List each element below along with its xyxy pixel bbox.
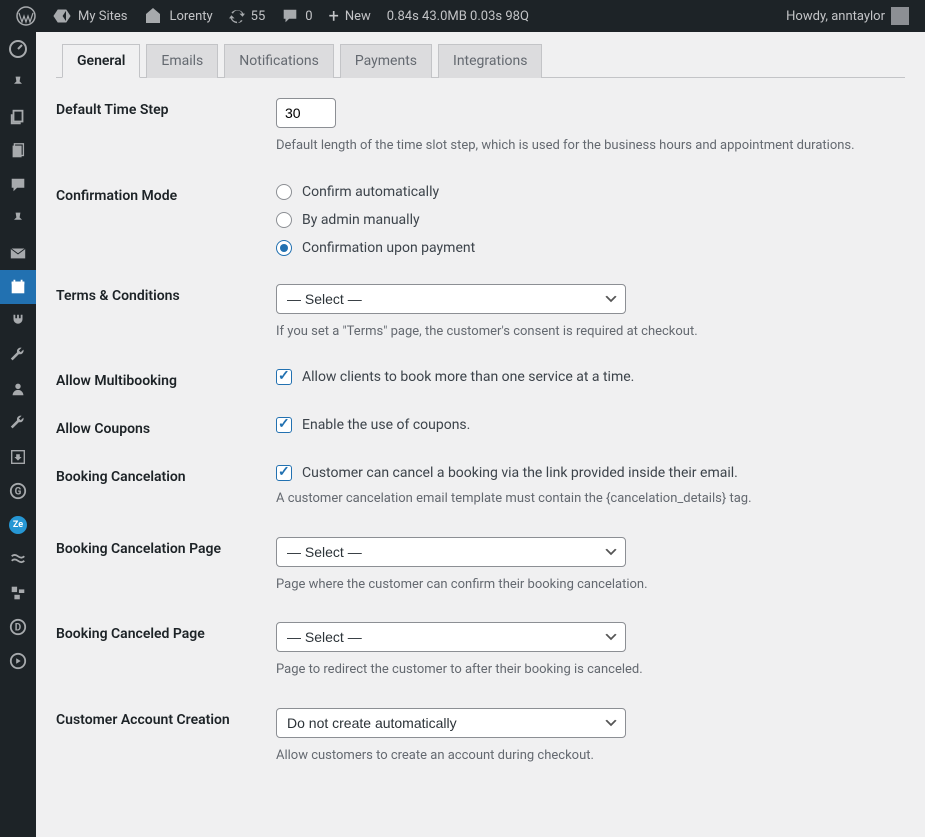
check-cancelation-wrap[interactable]: Customer can cancel a booking via the li… xyxy=(276,465,896,481)
sidebar-d[interactable]: D xyxy=(0,610,36,644)
comments[interactable]: 0 xyxy=(273,0,320,32)
sidebar-ze[interactable]: Ze xyxy=(0,508,36,542)
tab-general[interactable]: General xyxy=(62,44,140,78)
label-multibooking: Allow Multibooking xyxy=(56,369,276,389)
new-content[interactable]: + New xyxy=(321,0,379,32)
sidebar-play[interactable] xyxy=(0,644,36,678)
label-coupons: Allow Coupons xyxy=(56,417,276,437)
radio-confirm-admin-label: By admin manually xyxy=(302,212,420,228)
select-terms[interactable]: — Select — xyxy=(276,284,626,314)
admin-bar: My Sites Lorenty 55 0 + New 0.84s 43.0MB… xyxy=(0,0,925,32)
label-account-creation: Customer Account Creation xyxy=(56,708,276,766)
select-account-creation[interactable]: Do not create automatically xyxy=(276,708,626,738)
label-canceled-page: Booking Canceled Page xyxy=(56,622,276,680)
input-default-time-step[interactable] xyxy=(276,98,336,128)
site-name-label: Lorenty xyxy=(169,9,212,24)
sidebar-import[interactable] xyxy=(0,440,36,474)
updates-count: 55 xyxy=(251,9,266,24)
desc-account-creation: Allow customers to create an account dur… xyxy=(276,746,896,766)
debug-stats[interactable]: 0.84s 43.0MB 0.03s 98Q xyxy=(379,0,537,32)
select-canceled-page[interactable]: — Select — xyxy=(276,622,626,652)
sidebar-share[interactable] xyxy=(0,576,36,610)
label-confirmation-mode: Confirmation Mode xyxy=(56,184,276,256)
comments-count: 0 xyxy=(305,9,312,24)
select-cancel-page[interactable]: — Select — xyxy=(276,537,626,567)
desc-default-time-step: Default length of the time slot step, wh… xyxy=(276,136,896,156)
sidebar-settings[interactable] xyxy=(0,406,36,440)
desc-canceled-page: Page to redirect the customer to after t… xyxy=(276,660,896,680)
sidebar-pin-2[interactable] xyxy=(0,202,36,236)
check-multibooking-wrap[interactable]: Allow clients to book more than one serv… xyxy=(276,369,896,385)
sidebar-layers[interactable] xyxy=(0,100,36,134)
tab-emails[interactable]: Emails xyxy=(146,44,218,78)
sidebar-g[interactable]: G xyxy=(0,474,36,508)
radio-confirm-auto-label: Confirm automatically xyxy=(302,184,439,200)
check-cancelation-label: Customer can cancel a booking via the li… xyxy=(302,465,738,481)
radio-confirm-auto-wrap[interactable]: Confirm automatically xyxy=(276,184,896,200)
new-label: New xyxy=(345,9,371,24)
updates[interactable]: 55 xyxy=(221,0,274,32)
howdy-text: Howdy, anntaylor xyxy=(786,9,885,24)
check-coupons-wrap[interactable]: Enable the use of coupons. xyxy=(276,417,896,433)
check-multibooking[interactable] xyxy=(276,369,292,385)
sidebar-tools[interactable] xyxy=(0,338,36,372)
desc-cancel-page: Page where the customer can confirm thei… xyxy=(276,575,896,595)
sidebar-waves[interactable] xyxy=(0,542,36,576)
check-coupons[interactable] xyxy=(276,417,292,433)
sidebar-pages[interactable] xyxy=(0,134,36,168)
check-cancelation[interactable] xyxy=(276,465,292,481)
wp-logo[interactable] xyxy=(8,0,44,32)
sidebar-users[interactable] xyxy=(0,372,36,406)
radio-confirm-payment[interactable] xyxy=(276,240,292,256)
radio-confirm-admin-wrap[interactable]: By admin manually xyxy=(276,212,896,228)
settings-tabs: General Emails Notifications Payments In… xyxy=(56,44,905,78)
radio-confirm-admin[interactable] xyxy=(276,212,292,228)
desc-terms: If you set a "Terms" page, the customer'… xyxy=(276,322,896,342)
desc-cancelation: A customer cancelation email template mu… xyxy=(276,489,896,509)
svg-text:D: D xyxy=(15,623,21,634)
sidebar-dashboard[interactable] xyxy=(0,32,36,66)
label-cancelation: Booking Cancelation xyxy=(56,465,276,509)
main-content: General Emails Notifications Payments In… xyxy=(36,32,925,837)
site-name[interactable]: Lorenty xyxy=(135,0,220,32)
sidebar-plugins[interactable] xyxy=(0,304,36,338)
tab-integrations[interactable]: Integrations xyxy=(438,44,542,78)
account-menu[interactable]: Howdy, anntaylor xyxy=(778,7,917,25)
sidebar-mail[interactable] xyxy=(0,236,36,270)
check-coupons-label: Enable the use of coupons. xyxy=(302,417,470,433)
label-cancel-page: Booking Cancelation Page xyxy=(56,537,276,595)
stats-text: 0.84s 43.0MB 0.03s 98Q xyxy=(387,9,529,24)
tab-payments[interactable]: Payments xyxy=(340,44,432,78)
label-terms: Terms & Conditions xyxy=(56,284,276,342)
admin-sidebar: G Ze D xyxy=(0,32,36,837)
label-default-time-step: Default Time Step xyxy=(56,98,276,156)
sidebar-appointments[interactable] xyxy=(0,270,36,304)
my-sites[interactable]: My Sites xyxy=(44,0,135,32)
avatar xyxy=(891,7,909,25)
radio-confirm-auto[interactable] xyxy=(276,184,292,200)
radio-confirm-payment-label: Confirmation upon payment xyxy=(302,240,475,256)
tab-notifications[interactable]: Notifications xyxy=(224,44,334,78)
svg-text:G: G xyxy=(15,487,22,498)
my-sites-label: My Sites xyxy=(78,9,127,24)
sidebar-pin-1[interactable] xyxy=(0,66,36,100)
radio-confirm-payment-wrap[interactable]: Confirmation upon payment xyxy=(276,240,896,256)
check-multibooking-label: Allow clients to book more than one serv… xyxy=(302,369,634,385)
sidebar-comments[interactable] xyxy=(0,168,36,202)
plus-icon: + xyxy=(329,6,339,27)
